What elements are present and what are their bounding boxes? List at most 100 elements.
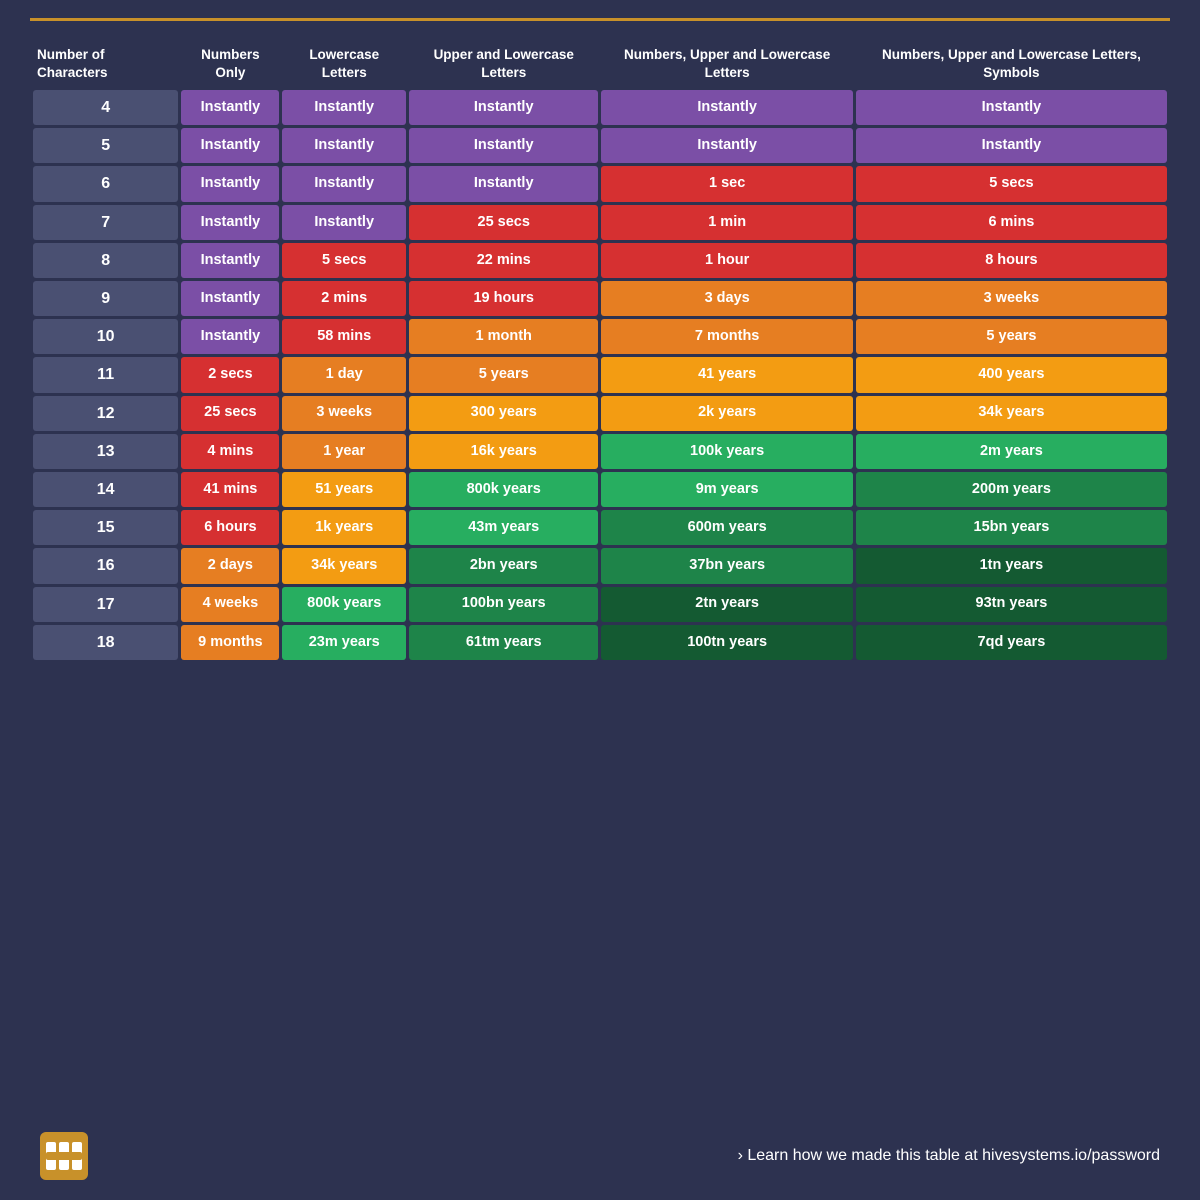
footer-arrow: › [738,1147,748,1164]
row-8-col-3: 2k years [601,396,852,431]
row-9-col-1: 1 year [282,434,405,469]
row-5-col-3: 3 days [601,281,852,316]
row-2-col-3: 1 sec [601,166,852,201]
row-12-col-0: 2 days [181,548,279,583]
row-9-chars: 13 [33,434,178,469]
header-col-1: Numbers Only [181,40,279,87]
main-container: Number of CharactersNumbers OnlyLowercas… [0,0,1200,1200]
row-14-col-1: 23m years [282,625,405,660]
row-3-col-0: Instantly [181,205,279,240]
row-1-col-0: Instantly [181,128,279,163]
row-9-col-0: 4 mins [181,434,279,469]
row-12-col-3: 37bn years [601,548,852,583]
table-row: 189 months23m years61tm years100tn years… [33,625,1167,660]
row-14-col-4: 7qd years [856,625,1167,660]
row-4-col-0: Instantly [181,243,279,278]
row-8-col-2: 300 years [409,396,599,431]
row-2-col-2: Instantly [409,166,599,201]
row-1-col-1: Instantly [282,128,405,163]
table-row: 8Instantly5 secs22 mins1 hour8 hours [33,243,1167,278]
footer-text-bold: Learn how we made this table at [747,1147,982,1164]
row-4-chars: 8 [33,243,178,278]
row-3-col-1: Instantly [282,205,405,240]
row-0-col-1: Instantly [282,90,405,125]
row-10-col-2: 800k years [409,472,599,507]
row-7-chars: 11 [33,357,178,392]
table-row: 5InstantlyInstantlyInstantlyInstantlyIns… [33,128,1167,163]
table-container: Number of CharactersNumbers OnlyLowercas… [30,37,1170,1118]
row-3-chars: 7 [33,205,178,240]
row-0-col-2: Instantly [409,90,599,125]
row-14-col-3: 100tn years [601,625,852,660]
row-7-col-3: 41 years [601,357,852,392]
row-6-chars: 10 [33,319,178,354]
row-7-col-1: 1 day [282,357,405,392]
row-13-chars: 17 [33,587,178,622]
row-14-col-2: 61tm years [409,625,599,660]
row-6-col-4: 5 years [856,319,1167,354]
row-0-col-3: Instantly [601,90,852,125]
row-12-col-1: 34k years [282,548,405,583]
row-2-col-0: Instantly [181,166,279,201]
row-7-col-0: 2 secs [181,357,279,392]
row-11-col-3: 600m years [601,510,852,545]
table-body: 4InstantlyInstantlyInstantlyInstantlyIns… [33,90,1167,660]
row-6-col-2: 1 month [409,319,599,354]
row-13-col-3: 2tn years [601,587,852,622]
row-8-col-0: 25 secs [181,396,279,431]
footer: › Learn how we made this table at hivesy… [30,1122,1170,1180]
row-0-col-0: Instantly [181,90,279,125]
header-col-3: Upper and Lowercase Letters [409,40,599,87]
table-row: 6InstantlyInstantlyInstantly1 sec5 secs [33,166,1167,201]
table-row: 9Instantly2 mins19 hours3 days3 weeks [33,281,1167,316]
row-9-col-2: 16k years [409,434,599,469]
row-6-col-0: Instantly [181,319,279,354]
table-row: 1441 mins51 years800k years9m years200m … [33,472,1167,507]
row-13-col-0: 4 weeks [181,587,279,622]
row-6-col-1: 58 mins [282,319,405,354]
row-4-col-2: 22 mins [409,243,599,278]
row-9-col-4: 2m years [856,434,1167,469]
row-0-chars: 4 [33,90,178,125]
hive-logo-icon [40,1132,88,1180]
row-14-chars: 18 [33,625,178,660]
header-col-2: Lowercase Letters [282,40,405,87]
row-7-col-2: 5 years [409,357,599,392]
footer-cta: › Learn how we made this table at hivesy… [738,1147,1160,1165]
row-12-col-2: 2bn years [409,548,599,583]
row-11-col-0: 6 hours [181,510,279,545]
table-row: 174 weeks800k years100bn years2tn years9… [33,587,1167,622]
row-11-chars: 15 [33,510,178,545]
row-11-col-4: 15bn years [856,510,1167,545]
row-1-chars: 5 [33,128,178,163]
row-8-col-4: 34k years [856,396,1167,431]
row-12-col-4: 1tn years [856,548,1167,583]
row-11-col-2: 43m years [409,510,599,545]
row-8-chars: 12 [33,396,178,431]
row-1-col-4: Instantly [856,128,1167,163]
row-13-col-1: 800k years [282,587,405,622]
header-col-0: Number of Characters [33,40,178,87]
row-13-col-4: 93tn years [856,587,1167,622]
row-2-chars: 6 [33,166,178,201]
row-5-col-0: Instantly [181,281,279,316]
row-3-col-2: 25 secs [409,205,599,240]
row-5-col-1: 2 mins [282,281,405,316]
logo-area [40,1132,98,1180]
table-header-row: Number of CharactersNumbers OnlyLowercas… [33,40,1167,87]
divider [30,18,1170,21]
table-row: 112 secs1 day5 years41 years400 years [33,357,1167,392]
row-10-col-4: 200m years [856,472,1167,507]
row-4-col-3: 1 hour [601,243,852,278]
table-row: 134 mins1 year16k years100k years2m year… [33,434,1167,469]
table-row: 10Instantly58 mins1 month7 months5 years [33,319,1167,354]
row-5-col-4: 3 weeks [856,281,1167,316]
table-row: 7InstantlyInstantly25 secs1 min6 mins [33,205,1167,240]
row-12-chars: 16 [33,548,178,583]
row-8-col-1: 3 weeks [282,396,405,431]
table-row: 1225 secs3 weeks300 years2k years34k yea… [33,396,1167,431]
table-row: 4InstantlyInstantlyInstantlyInstantlyIns… [33,90,1167,125]
row-10-col-1: 51 years [282,472,405,507]
row-5-col-2: 19 hours [409,281,599,316]
row-14-col-0: 9 months [181,625,279,660]
